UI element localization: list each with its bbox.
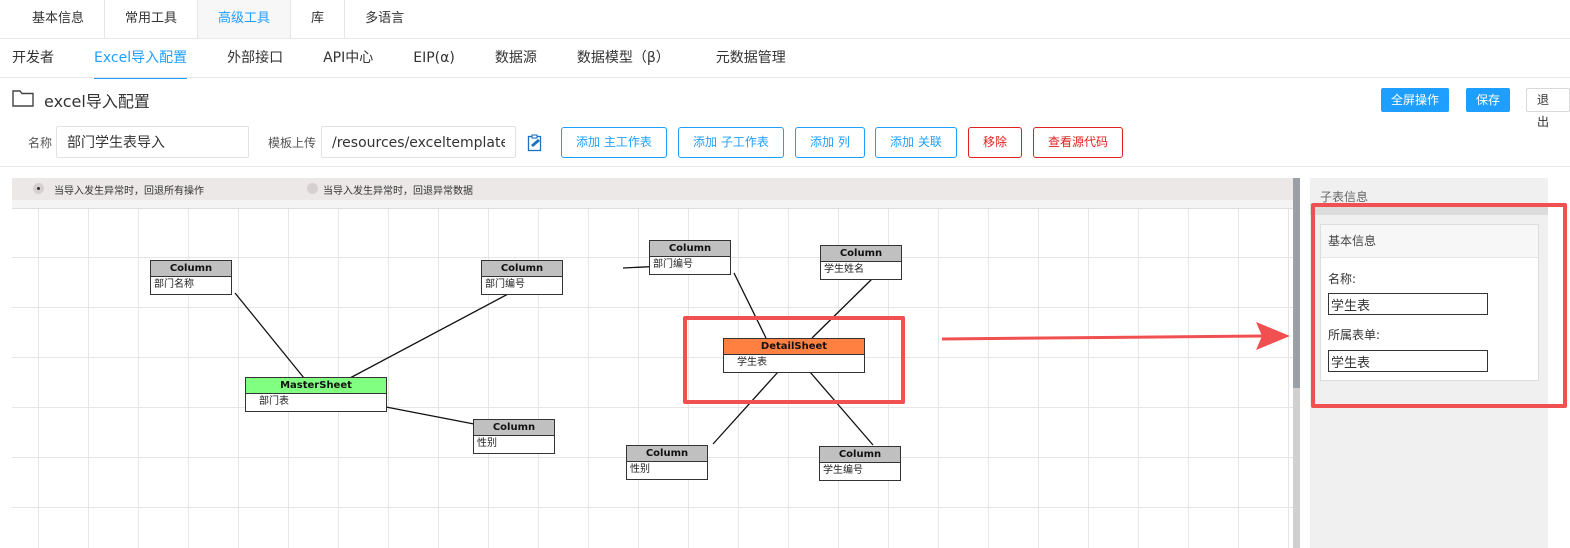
template-path-input[interactable] (321, 126, 516, 158)
node-column-dept-no[interactable]: Column 部门编号 (481, 260, 563, 295)
node-column-dept-name[interactable]: Column 部门名称 (150, 260, 232, 295)
template-label: 模板上传 (268, 136, 317, 150)
rollback-all-label: 当导入发生异常时，回退所有操作 (54, 186, 204, 197)
remove-button[interactable]: 移除 (968, 127, 1023, 158)
node-label: 性别 (474, 436, 554, 453)
top-divider (0, 38, 1570, 39)
tab-advanced-tools[interactable]: 高级工具 (197, 0, 291, 38)
node-title: Column (650, 241, 730, 257)
diagram-canvas[interactable]: 当导入发生异常时，回退所有操作 当导入发生异常时，回退异常数据 (12, 178, 1294, 548)
node-column-dept-no-detail[interactable]: Column 部门编号 (649, 240, 731, 275)
name-label: 名称 (28, 136, 53, 150)
node-title: MasterSheet (246, 378, 386, 394)
node-column-gender-detail[interactable]: Column 性别 (626, 445, 708, 480)
subtab-api-center[interactable]: API中心 (323, 40, 373, 77)
subtab-developer[interactable]: 开发者 (12, 40, 54, 77)
save-button[interactable]: 保存 (1466, 88, 1511, 112)
rollback-all-radio[interactable] (33, 183, 44, 194)
form-divider (0, 166, 1570, 167)
name-input[interactable] (56, 126, 249, 158)
folder-icon (12, 90, 34, 107)
tab-common-tools[interactable]: 常用工具 (104, 0, 198, 38)
node-label: 部门表 (246, 394, 386, 411)
node-label: 部门名称 (151, 277, 231, 294)
node-label: 部门编号 (482, 277, 562, 294)
detail-sheet-highlight (683, 316, 905, 404)
node-title: Column (482, 261, 562, 277)
subtab-external-interface[interactable]: 外部接口 (227, 40, 283, 77)
node-label: 学生编号 (820, 463, 900, 480)
node-column-student-no[interactable]: Column 学生编号 (819, 446, 901, 481)
node-title: Column (820, 447, 900, 463)
canvas-ruler (12, 200, 1294, 209)
node-column-gender-master[interactable]: Column 性别 (473, 419, 555, 454)
subtab-metadata[interactable]: 元数据管理 (716, 40, 786, 77)
exit-button[interactable]: 退出 (1526, 88, 1570, 129)
canvas-scrollbar[interactable] (1293, 178, 1300, 548)
node-title: Column (627, 446, 707, 462)
fullscreen-button[interactable]: 全屏操作 (1381, 88, 1450, 112)
node-column-student-name[interactable]: Column 学生姓名 (820, 245, 902, 280)
sub-tab-bar: 开发者 Excel导入配置 外部接口 API中心 EIP(α) 数据源 数据模型… (12, 40, 826, 79)
tab-library[interactable]: 库 (290, 0, 345, 38)
sub-divider (0, 77, 1570, 78)
top-tab-bar: 基本信息 常用工具 高级工具 库 多语言 (14, 0, 425, 38)
rollback-error-label: 当导入发生异常时，回退异常数据 (323, 186, 473, 197)
add-column-button[interactable]: 添加 列 (795, 127, 865, 158)
node-title: Column (821, 246, 901, 262)
view-source-button[interactable]: 查看源代码 (1033, 127, 1124, 158)
rollback-error-radio[interactable] (307, 183, 318, 194)
node-label: 性别 (627, 462, 707, 479)
tab-basic-info[interactable]: 基本信息 (14, 0, 105, 38)
canvas-scrollbar-thumb[interactable] (1293, 178, 1300, 388)
upload-icon[interactable] (527, 134, 543, 152)
canvas-option-bar: 当导入发生异常时，回退所有操作 当导入发生异常时，回退异常数据 (12, 178, 1294, 200)
tab-multilanguage[interactable]: 多语言 (344, 0, 425, 38)
add-master-sheet-button[interactable]: 添加 主工作表 (561, 127, 667, 158)
add-detail-sheet-button[interactable]: 添加 子工作表 (678, 127, 784, 158)
panel-highlight (1311, 203, 1567, 408)
subtab-data-model[interactable]: 数据模型（β） (577, 40, 670, 77)
node-label: 学生姓名 (821, 262, 901, 279)
node-label: 部门编号 (650, 257, 730, 274)
node-title: Column (474, 420, 554, 436)
add-relation-button[interactable]: 添加 关联 (875, 127, 957, 158)
subtab-eip[interactable]: EIP(α) (413, 40, 455, 77)
node-master-sheet[interactable]: MasterSheet 部门表 (245, 377, 387, 412)
subtab-excel-import[interactable]: Excel导入配置 (94, 40, 188, 79)
subtab-datasource[interactable]: 数据源 (495, 40, 537, 77)
page-title: excel导入配置 (44, 92, 150, 111)
node-title: Column (151, 261, 231, 277)
